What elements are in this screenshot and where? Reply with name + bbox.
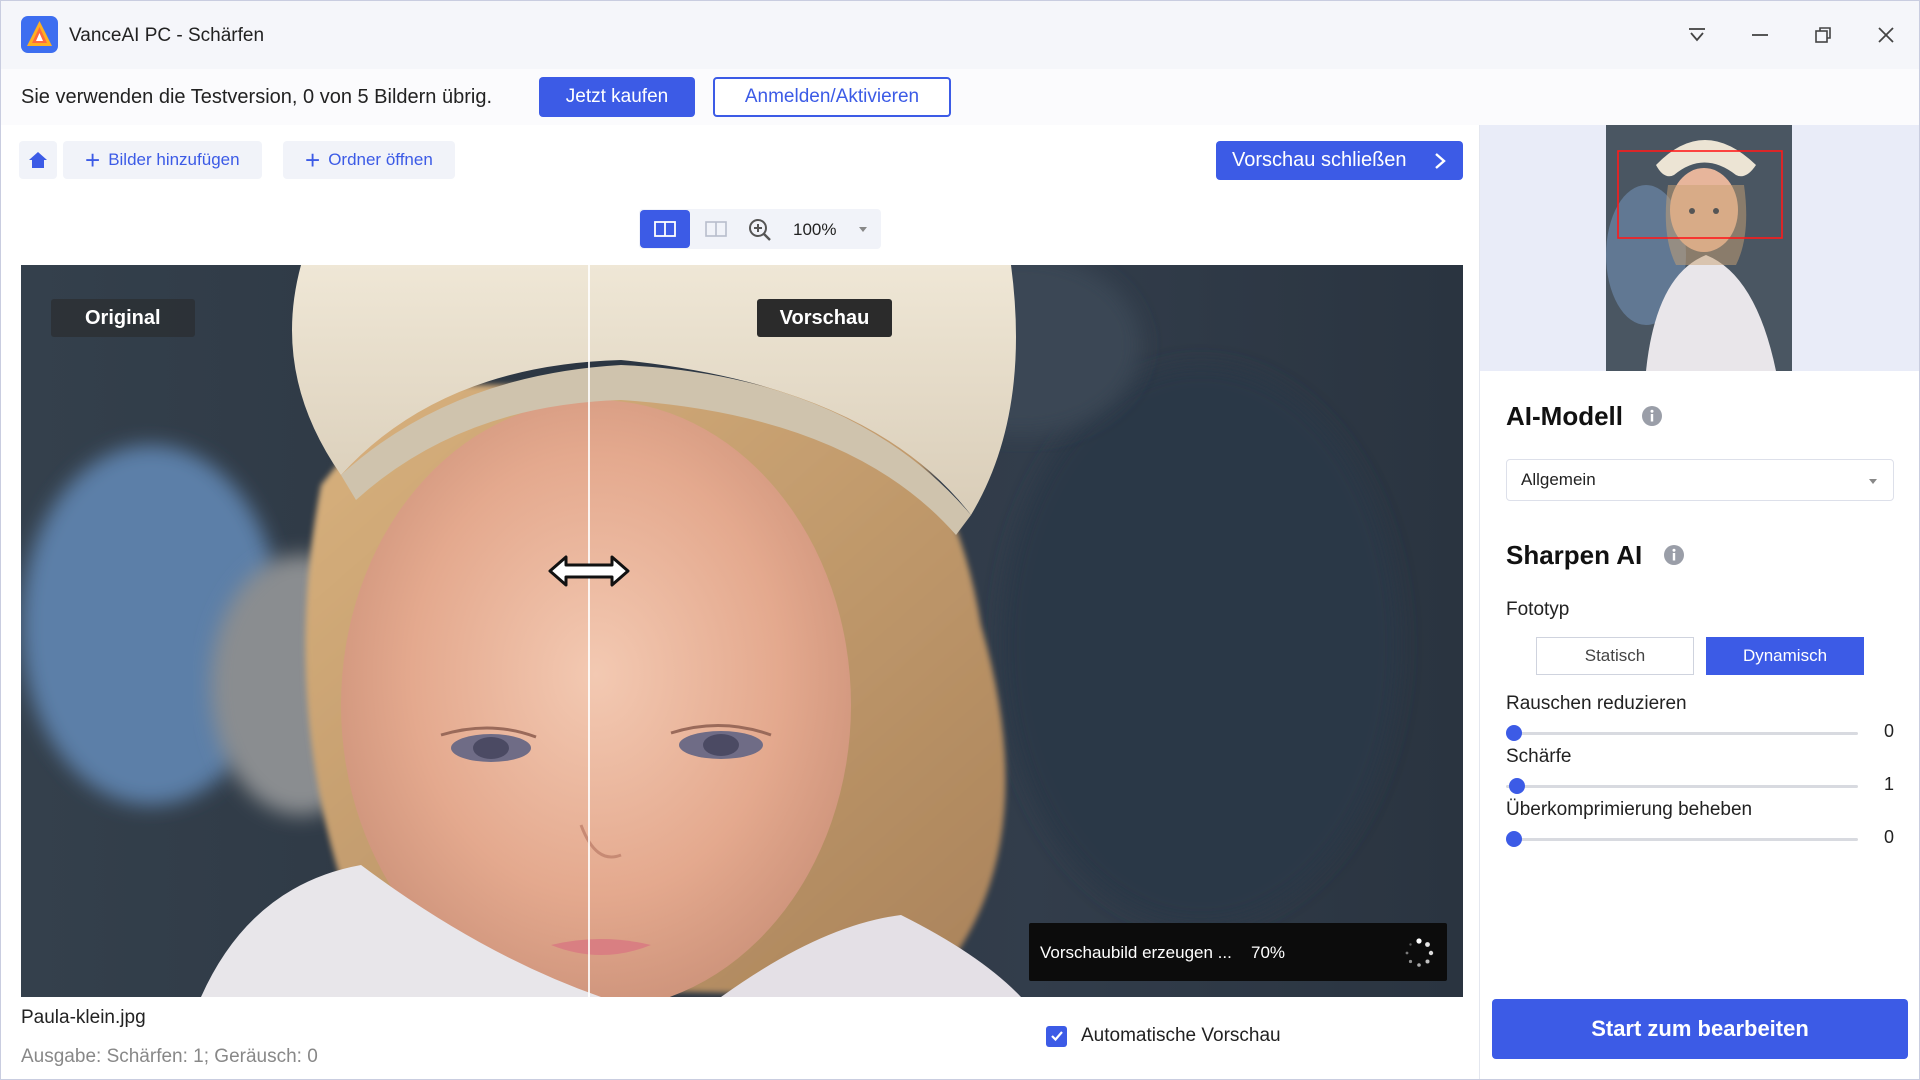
checkmark-icon xyxy=(1050,1031,1063,1042)
sharpen-ai-title: Sharpen AI xyxy=(1506,540,1643,570)
sharpness-slider-thumb[interactable] xyxy=(1509,778,1526,794)
loading-spinner-icon xyxy=(1405,938,1434,967)
noise-reduction-slider-thumb[interactable] xyxy=(1506,725,1522,741)
drag-handle-icon[interactable] xyxy=(546,551,632,591)
output-info: Ausgabe: Schärfen: 1; Geräusch: 0 xyxy=(21,1046,318,1067)
add-images-button[interactable]: + Bilder hinzufügen xyxy=(63,141,262,179)
caret-down-icon xyxy=(1869,479,1877,484)
add-images-label: Bilder hinzufügen xyxy=(108,150,240,169)
fix-compression-slider[interactable] xyxy=(1506,831,1858,847)
plus-icon: + xyxy=(85,145,101,175)
open-folder-button[interactable]: + Ordner öffnen xyxy=(283,141,455,179)
start-processing-button[interactable]: Start zum bearbeiten xyxy=(1492,999,1908,1059)
progress-text: Vorschaubild erzeugen ... xyxy=(1040,943,1232,962)
file-name: Paula-klein.jpg xyxy=(21,1007,146,1028)
fix-compression-label: Überkomprimierung beheben xyxy=(1506,799,1753,820)
navigator-area xyxy=(1480,125,1919,371)
ai-model-dropdown[interactable]: Allgemein xyxy=(1506,459,1894,501)
preview-label: Vorschau xyxy=(757,299,892,337)
split-view-icon xyxy=(654,221,676,237)
photo-type-label: Fototyp xyxy=(1506,599,1570,620)
sharpness-label: Schärfe xyxy=(1506,746,1572,767)
auto-preview-label: Automatische Vorschau xyxy=(1081,1025,1281,1046)
settings-panel: AI-Modell Allgemein Sharpen AI Fototyp S… xyxy=(1479,125,1919,1079)
app-window: VanceAI PC - Schärfen Sie verwenden die … xyxy=(0,0,1920,1080)
photo-type-static-button[interactable]: Statisch xyxy=(1536,637,1694,675)
fix-compression-value: 0 xyxy=(1884,827,1895,847)
info-icon[interactable] xyxy=(1663,544,1685,566)
close-icon xyxy=(1878,27,1894,43)
side-by-side-view-button[interactable] xyxy=(691,210,741,248)
sharpness-value: 1 xyxy=(1884,774,1895,794)
fix-compression-slider-thumb[interactable] xyxy=(1506,831,1522,847)
title-bar: VanceAI PC - Schärfen xyxy=(1,1,1919,69)
split-view-button[interactable] xyxy=(640,210,690,248)
chevron-right-icon xyxy=(1435,152,1446,169)
ai-model-title: AI-Modell xyxy=(1506,401,1623,431)
ai-model-value: Allgemein xyxy=(1521,470,1596,489)
restore-button[interactable] xyxy=(1807,19,1839,51)
noise-reduction-label: Rauschen reduzieren xyxy=(1506,693,1687,714)
noise-reduction-slider[interactable] xyxy=(1506,725,1858,741)
login-activate-button[interactable]: Anmelden/Aktivieren xyxy=(713,77,951,117)
caret-down-icon[interactable] xyxy=(857,223,869,235)
close-button[interactable] xyxy=(1870,19,1902,51)
minimize-button[interactable] xyxy=(1744,19,1776,51)
close-preview-button[interactable]: Vorschau schließen xyxy=(1216,141,1463,180)
original-label: Original xyxy=(51,299,195,337)
trial-bar: Sie verwenden die Testversion, 0 von 5 B… xyxy=(1,69,1919,125)
navigator-thumbnail[interactable] xyxy=(1606,125,1792,371)
progress-percent: 70% xyxy=(1251,943,1286,962)
menu-dropdown-icon xyxy=(1689,28,1705,42)
close-preview-label: Vorschau schließen xyxy=(1232,149,1407,171)
preview-progress-toast: Vorschaubild erzeugen ... 70% xyxy=(1029,923,1447,981)
menu-button[interactable] xyxy=(1681,19,1713,51)
comparison-divider[interactable] xyxy=(588,265,590,997)
minimize-icon xyxy=(1752,34,1768,36)
zoom-icon[interactable] xyxy=(747,217,773,243)
view-controls: 100% xyxy=(639,209,881,249)
image-comparison-view[interactable]: Original Vorschau Vorschaubild erzeugen … xyxy=(21,265,1463,997)
sharpness-slider[interactable] xyxy=(1506,778,1858,794)
auto-preview-checkbox[interactable] xyxy=(1046,1025,1067,1047)
trial-message: Sie verwenden die Testversion, 0 von 5 B… xyxy=(21,86,493,108)
photo-preview xyxy=(21,265,1401,997)
home-icon xyxy=(29,152,47,168)
plus-icon: + xyxy=(305,145,321,175)
buy-now-button[interactable]: Jetzt kaufen xyxy=(539,77,695,117)
window-title: VanceAI PC - Schärfen xyxy=(69,25,265,46)
info-icon[interactable] xyxy=(1641,405,1663,427)
zoom-level-select[interactable]: 100% xyxy=(793,220,836,240)
open-folder-label: Ordner öffnen xyxy=(328,150,433,169)
photo-type-dynamic-button[interactable]: Dynamisch xyxy=(1706,637,1864,675)
vanceai-logo-icon xyxy=(21,16,58,53)
side-by-side-icon xyxy=(705,221,727,237)
restore-icon xyxy=(1815,27,1831,43)
home-button[interactable] xyxy=(19,141,57,179)
auto-preview-toggle[interactable]: Automatische Vorschau xyxy=(1046,1025,1281,1047)
noise-reduction-value: 0 xyxy=(1884,721,1895,741)
